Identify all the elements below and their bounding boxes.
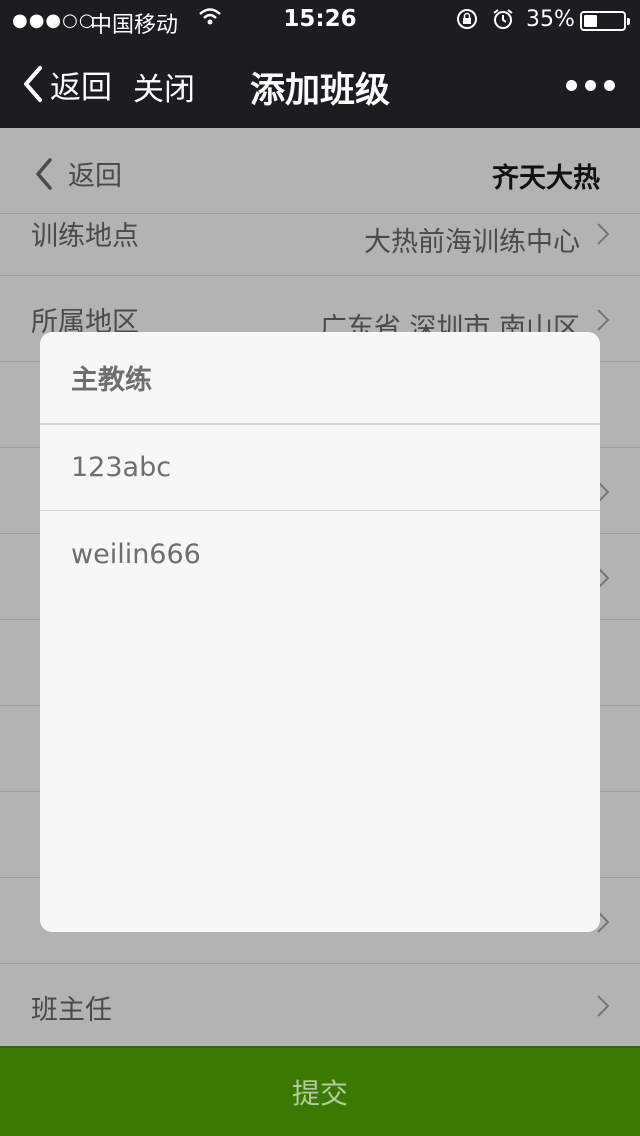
submit-button[interactable]: 提交 (0, 1046, 640, 1136)
battery-icon (580, 11, 630, 31)
head-coach-picker-modal: 主教练 123abc weilin666 (40, 332, 600, 932)
chevron-right-icon (597, 223, 610, 245)
subheader: 返回 齐天大热 (0, 128, 640, 214)
row-label: 训练地点 (31, 221, 139, 252)
submit-label: 提交 (291, 1077, 348, 1110)
nav-bar: 返回 关闭 添加班级 (0, 40, 640, 128)
modal-header: 主教练 (40, 332, 600, 425)
more-horizontal-icon[interactable] (566, 80, 615, 91)
battery-percent: 35% (526, 7, 575, 32)
row-value: 大热前海训练中心 (364, 227, 580, 258)
org-name: 齐天大热 (492, 163, 600, 194)
modal-option-label: 123abc (71, 452, 172, 483)
chevron-left-icon (36, 157, 52, 190)
rotation-lock-icon (456, 8, 478, 30)
modal-option[interactable]: 123abc (40, 425, 600, 511)
sub-back-button[interactable]: 返回 (34, 154, 122, 193)
chevron-right-icon (597, 995, 610, 1017)
modal-option[interactable]: weilin666 (40, 511, 600, 597)
sub-back-label: 返回 (68, 161, 122, 192)
chevron-right-icon (597, 309, 610, 331)
page-title: 添加班级 (249, 71, 390, 111)
form-row-head-teacher[interactable]: 班主任 (0, 964, 640, 1046)
row-label: 班主任 (31, 995, 112, 1026)
modal-title: 主教练 (71, 365, 152, 396)
alarm-icon (492, 8, 514, 30)
status-bar: ●●●○○ 中国移动 15:26 35% (0, 0, 640, 40)
form-row-training-location[interactable]: 训练地点 大热前海训练中心 (0, 214, 640, 276)
modal-option-label: weilin666 (71, 538, 201, 570)
